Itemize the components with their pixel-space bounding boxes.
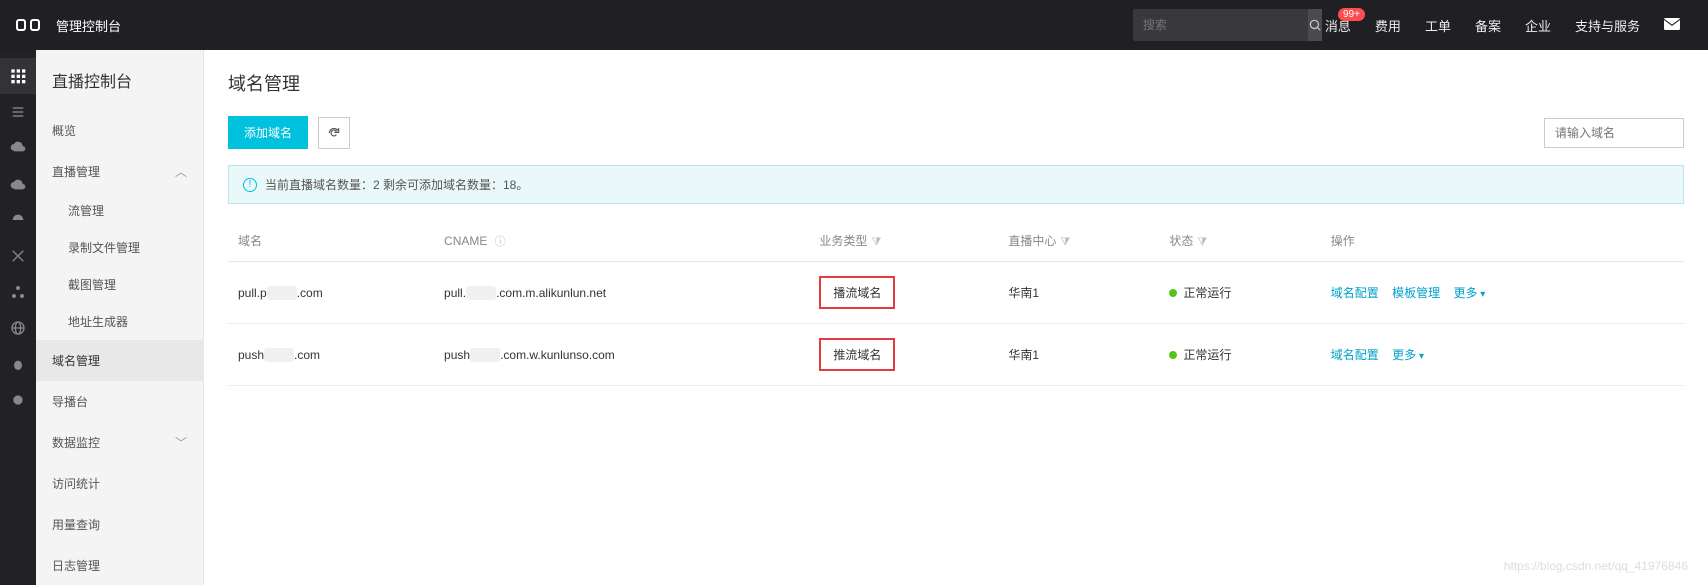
page-title: 域名管理 [228, 70, 1684, 96]
th-action: 操作 [1321, 220, 1684, 262]
rail-globe-icon[interactable] [0, 310, 36, 346]
search-input[interactable] [1133, 18, 1308, 32]
cell-domain: pushxxxxx.com [228, 324, 434, 386]
cell-actions: 域名配置 模板管理 更多 [1321, 262, 1684, 324]
cell-actions: 域名配置 更多 [1321, 324, 1684, 386]
th-cname: CNAME ⓘ [434, 220, 809, 262]
sidebar-overview[interactable]: 概览 [36, 110, 203, 151]
cell-cname: pushxxxxx.com.w.kunlunso.com [434, 324, 809, 386]
filter-icon: ⧩ [1197, 236, 1207, 248]
logo-icon [16, 16, 40, 34]
filter-icon: ⧩ [871, 236, 881, 248]
console-title: 管理控制台 [56, 16, 121, 35]
search-box [1133, 9, 1313, 41]
cell-biz-type: 播流域名 [809, 262, 998, 324]
th-biz-type[interactable]: 业务类型⧩ [809, 220, 998, 262]
th-domain: 域名 [228, 220, 434, 262]
cell-status: 正常运行 [1159, 324, 1320, 386]
rail-tools-icon[interactable] [0, 238, 36, 274]
sidebar-stream-manage[interactable]: 流管理 [36, 192, 203, 229]
status-dot-icon [1169, 351, 1177, 359]
cell-domain: pull.pxxxxx.com [228, 262, 434, 324]
table-row: pushxxxxx.com pushxxxxx.com.w.kunlunso.c… [228, 324, 1684, 386]
chevron-down-icon: ﹀ [175, 434, 187, 451]
header-nav: 消息 99+ 费用 工单 备案 企业 支持与服务 [1313, 16, 1692, 35]
rail-dash-icon[interactable] [0, 202, 36, 238]
table-row: pull.pxxxxx.com pull.xxxxx.com.m.alikunl… [228, 262, 1684, 324]
sidebar-director[interactable]: 导播台 [36, 381, 203, 422]
nav-enterprise[interactable]: 企业 [1513, 16, 1563, 35]
rail-nodes-icon[interactable] [0, 274, 36, 310]
status-dot-icon [1169, 289, 1177, 297]
sidebar-visit-stats[interactable]: 访问统计 [36, 463, 203, 504]
icon-rail [0, 50, 36, 585]
nav-record[interactable]: 备案 [1463, 16, 1513, 35]
sidebar-data-monitor[interactable]: 数据监控﹀ [36, 422, 203, 463]
nav-mail-icon[interactable] [1652, 18, 1692, 33]
action-more[interactable]: 更多 [1392, 348, 1424, 362]
sidebar-snapshot[interactable]: 截图管理 [36, 266, 203, 303]
sidebar-domain-manage[interactable]: 域名管理 [36, 340, 203, 381]
rail-cloud-icon[interactable] [0, 130, 36, 166]
chevron-up-icon: ︿ [175, 163, 187, 180]
sidebar-record-file[interactable]: 录制文件管理 [36, 229, 203, 266]
sidebar-usage-query[interactable]: 用量查询 [36, 504, 203, 545]
action-config[interactable]: 域名配置 [1331, 286, 1379, 300]
cell-biz-type: 推流域名 [809, 324, 998, 386]
nav-ticket[interactable]: 工单 [1413, 16, 1463, 35]
rail-list-icon[interactable] [0, 94, 36, 130]
rail-circle-icon[interactable] [0, 382, 36, 418]
cell-live-center: 华南1 [998, 324, 1159, 386]
action-config[interactable]: 域名配置 [1331, 348, 1379, 362]
action-template[interactable]: 模板管理 [1392, 286, 1440, 300]
messages-badge: 99+ [1338, 8, 1365, 21]
domain-table: 域名 CNAME ⓘ 业务类型⧩ 直播中心⧩ 状态⧩ 操作 pull.pxxxx… [228, 220, 1684, 386]
nav-cost[interactable]: 费用 [1363, 16, 1413, 35]
cell-cname: pull.xxxxx.com.m.alikunlun.net [434, 262, 809, 324]
toolbar: 添加域名 [228, 116, 1684, 149]
nav-messages[interactable]: 消息 99+ [1313, 16, 1363, 35]
cell-status: 正常运行 [1159, 262, 1320, 324]
domain-filter-input[interactable] [1544, 118, 1684, 148]
sidebar-url-gen[interactable]: 地址生成器 [36, 303, 203, 340]
sidebar-title: 直播控制台 [36, 50, 203, 110]
nav-support[interactable]: 支持与服务 [1563, 16, 1652, 35]
info-icon: ! [243, 178, 257, 192]
add-domain-button[interactable]: 添加域名 [228, 116, 308, 149]
banner-text: 当前直播域名数量：2 剩余可添加域名数量：18。 [265, 176, 528, 193]
help-icon[interactable]: ⓘ [495, 236, 506, 248]
rail-apps-icon[interactable] [0, 58, 36, 94]
cell-live-center: 华南1 [998, 262, 1159, 324]
info-banner: ! 当前直播域名数量：2 剩余可添加域名数量：18。 [228, 165, 1684, 204]
rail-upload-icon[interactable] [0, 166, 36, 202]
sidebar: 直播控制台 概览 直播管理︿ 流管理 录制文件管理 截图管理 地址生成器 域名管… [36, 50, 204, 585]
rail-bug-icon[interactable] [0, 346, 36, 382]
sidebar-live-manage[interactable]: 直播管理︿ [36, 151, 203, 192]
th-live-center[interactable]: 直播中心⧩ [998, 220, 1159, 262]
refresh-button[interactable] [318, 117, 350, 149]
top-header: 管理控制台 消息 99+ 费用 工单 备案 企业 支持与服务 [0, 0, 1708, 50]
sidebar-log-manage[interactable]: 日志管理 [36, 545, 203, 585]
action-more[interactable]: 更多 [1454, 286, 1486, 300]
filter-icon: ⧩ [1060, 236, 1070, 248]
th-status[interactable]: 状态⧩ [1159, 220, 1320, 262]
main-content: 域名管理 添加域名 ! 当前直播域名数量：2 剩余可添加域名数量：18。 域名 … [204, 50, 1708, 585]
